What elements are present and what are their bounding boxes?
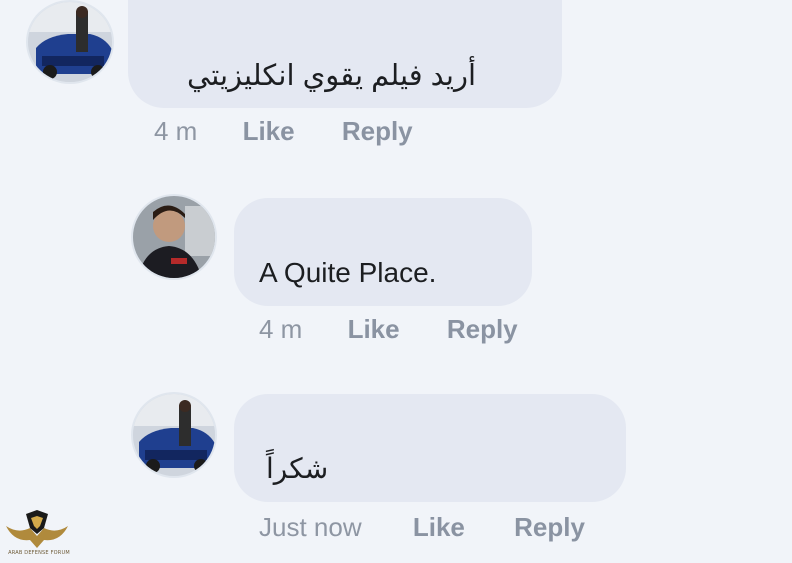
- commenter-avatar[interactable]: [131, 194, 217, 280]
- commenter-avatar[interactable]: [131, 392, 217, 478]
- comment-meta: 4 m Like Reply: [259, 314, 518, 345]
- comment-meta: 4 m Like Reply: [154, 116, 413, 147]
- timestamp: Just now: [259, 512, 362, 542]
- watermark-logo: ARAB DEFENSE FORUM: [4, 508, 70, 562]
- eagle-emblem-icon: [6, 510, 68, 548]
- comment-meta: Just now Like Reply: [259, 512, 585, 543]
- comment-bubble: أريد فيلم يقوي انكليزيتي: [128, 0, 562, 108]
- comment-text: شكراً: [266, 453, 329, 484]
- watermark-label: ARAB DEFENSE FORUM: [8, 550, 70, 556]
- person-photo-icon: [133, 196, 215, 278]
- commenter-avatar[interactable]: [26, 0, 114, 84]
- timestamp: 4 m: [154, 116, 198, 146]
- reply-button[interactable]: Reply: [514, 512, 585, 542]
- reply-button[interactable]: Reply: [342, 116, 413, 146]
- like-button[interactable]: Like: [413, 512, 465, 542]
- timestamp: 4 m: [259, 314, 303, 344]
- like-button[interactable]: Like: [348, 314, 400, 344]
- reply-button[interactable]: Reply: [447, 314, 518, 344]
- comment-bubble: شكراً: [234, 394, 626, 502]
- comment-text: A Quite Place.: [259, 257, 437, 288]
- comment-text: أريد فيلم يقوي انكليزيتي: [187, 60, 476, 92]
- car-photo-icon: [133, 394, 215, 476]
- car-photo-icon: [28, 2, 112, 82]
- like-button[interactable]: Like: [243, 116, 295, 146]
- comment-bubble: A Quite Place.: [234, 198, 532, 306]
